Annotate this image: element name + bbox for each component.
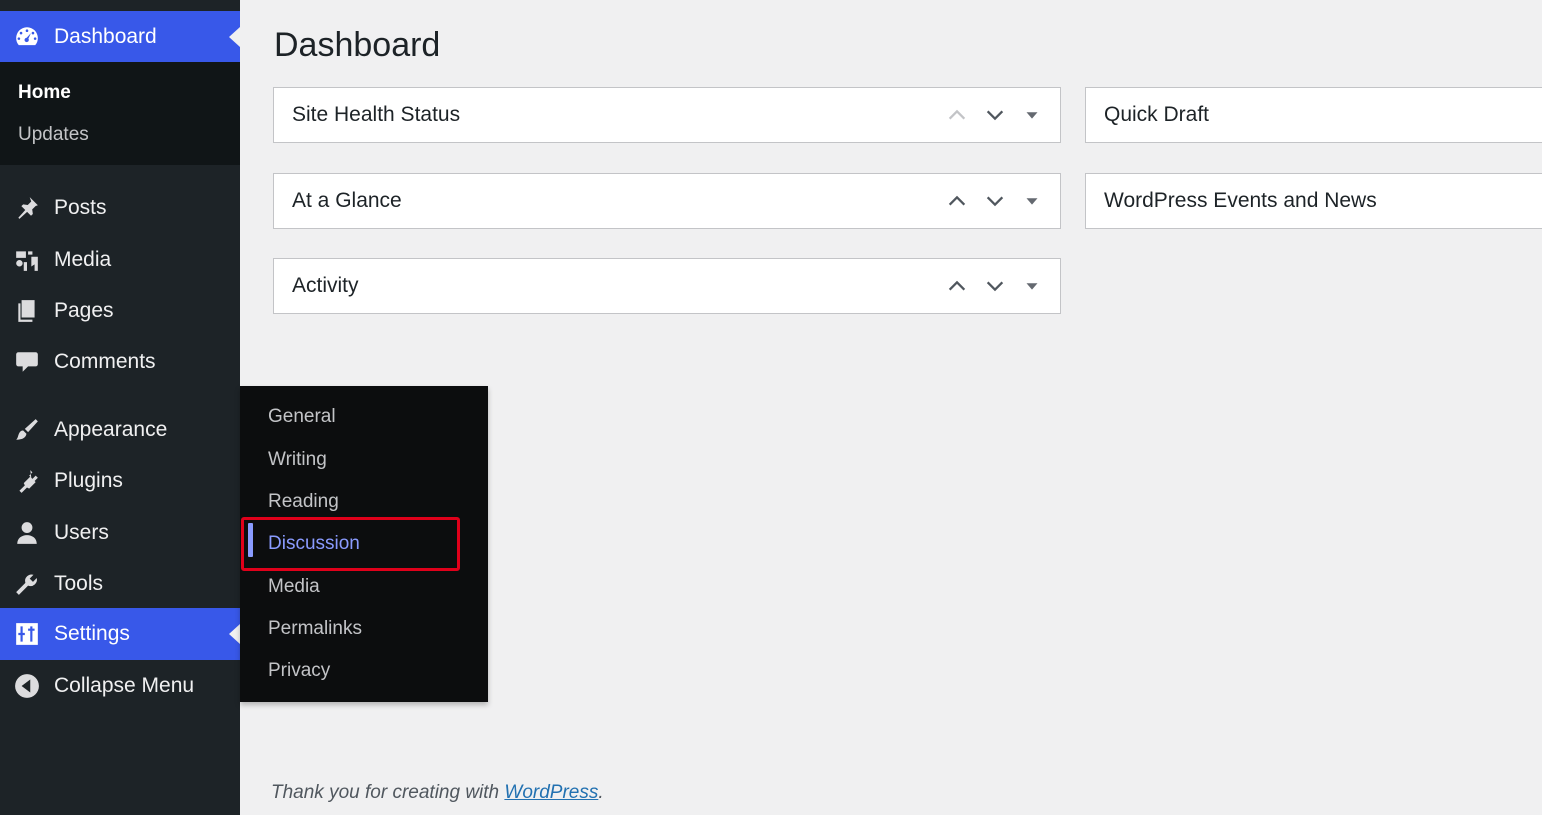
sidebar-item-label: Plugins bbox=[54, 469, 123, 492]
footer-text: Thank you for creating with bbox=[271, 782, 505, 803]
sidebar-item-label: Dashboard bbox=[54, 24, 157, 48]
footer-period: . bbox=[598, 782, 604, 803]
sidebar-item-comments[interactable]: Comments bbox=[0, 336, 240, 388]
wrench-icon bbox=[0, 571, 54, 597]
widget-title: At a Glance bbox=[292, 189, 402, 212]
submenu-item-updates[interactable]: Updates bbox=[18, 124, 89, 146]
comment-icon bbox=[0, 349, 54, 375]
toggle-panel-icon[interactable] bbox=[1014, 181, 1050, 221]
flyout-item-privacy[interactable]: Privacy bbox=[268, 660, 330, 682]
page-title: Dashboard bbox=[274, 26, 441, 64]
collapse-arrow-icon bbox=[0, 673, 54, 699]
widget-title: WordPress Events and News bbox=[1104, 189, 1377, 212]
flyout-item-general[interactable]: General bbox=[268, 406, 336, 428]
move-down-icon[interactable] bbox=[976, 266, 1014, 306]
sidebar-item-tools[interactable]: Tools bbox=[0, 558, 240, 610]
sidebar-item-plugins[interactable]: Plugins bbox=[0, 455, 240, 507]
sidebar-item-media[interactable]: Media bbox=[0, 234, 240, 286]
widget-title: Quick Draft bbox=[1104, 103, 1210, 126]
sidebar-item-label: Posts bbox=[54, 196, 107, 219]
widget-site-health: Site Health Status bbox=[273, 87, 1061, 143]
wordpress-link[interactable]: WordPress bbox=[504, 782, 598, 803]
sidebar-item-collapse[interactable]: Collapse Menu bbox=[0, 660, 240, 712]
sidebar-item-appearance[interactable]: Appearance bbox=[0, 404, 240, 456]
sidebar-item-dashboard[interactable]: Dashboard bbox=[0, 11, 240, 62]
move-down-icon[interactable] bbox=[976, 95, 1014, 135]
sidebar-item-users[interactable]: Users bbox=[0, 507, 240, 559]
toggle-panel-icon[interactable] bbox=[1014, 95, 1050, 135]
sliders-icon bbox=[0, 621, 54, 647]
widget-activity: Activity bbox=[273, 258, 1061, 314]
sidebar-item-label: Pages bbox=[54, 299, 114, 322]
flyout-item-writing[interactable]: Writing bbox=[268, 449, 327, 471]
move-up-icon[interactable] bbox=[938, 181, 976, 221]
user-icon bbox=[0, 520, 54, 546]
sidebar-item-posts[interactable]: Posts bbox=[0, 182, 240, 234]
sidebar-item-label: Tools bbox=[54, 572, 104, 595]
widget-controls bbox=[938, 174, 1050, 228]
flyout-item-permalinks[interactable]: Permalinks bbox=[268, 618, 362, 640]
flyout-item-reading[interactable]: Reading bbox=[268, 491, 339, 513]
sidebar-item-label: Media bbox=[54, 248, 112, 271]
widget-quick-draft: Quick Draft bbox=[1085, 87, 1542, 143]
sidebar-item-label: Users bbox=[54, 521, 109, 544]
dashboard-gauge-icon bbox=[0, 24, 54, 50]
pages-icon bbox=[0, 298, 54, 324]
highlight-box bbox=[241, 517, 460, 571]
widget-title: Site Health Status bbox=[292, 103, 461, 126]
admin-sidebar: Dashboard Home Updates Posts Media Pages bbox=[0, 0, 240, 815]
move-up-icon[interactable] bbox=[938, 266, 976, 306]
sidebar-item-label: Collapse Menu bbox=[54, 674, 195, 697]
move-down-icon[interactable] bbox=[976, 181, 1014, 221]
toggle-panel-icon[interactable] bbox=[1014, 266, 1050, 306]
sidebar-item-label: Comments bbox=[54, 350, 156, 373]
flyout-item-media[interactable]: Media bbox=[268, 576, 320, 598]
pushpin-icon bbox=[0, 195, 54, 221]
settings-flyout-menu: General Writing Reading Discussion Media… bbox=[240, 386, 488, 702]
sidebar-item-label: Settings bbox=[54, 622, 130, 645]
app-window: Dashboard Home Updates Posts Media Pages bbox=[0, 0, 1542, 815]
plug-icon bbox=[0, 468, 54, 494]
submenu-item-home[interactable]: Home bbox=[18, 82, 71, 104]
widget-controls bbox=[938, 88, 1050, 142]
dashboard-submenu: Home Updates bbox=[0, 62, 240, 165]
paintbrush-icon bbox=[0, 417, 54, 443]
sidebar-item-pages[interactable]: Pages bbox=[0, 285, 240, 337]
move-up-icon[interactable] bbox=[938, 95, 976, 135]
footer-credit: Thank you for creating with WordPress. bbox=[271, 782, 604, 804]
widget-at-a-glance: At a Glance bbox=[273, 173, 1061, 229]
sidebar-item-label: Appearance bbox=[54, 418, 168, 441]
widget-title: Activity bbox=[292, 274, 359, 297]
sidebar-item-settings[interactable]: Settings bbox=[0, 608, 240, 660]
widget-events-news: WordPress Events and News bbox=[1085, 173, 1542, 229]
media-icon bbox=[0, 247, 54, 273]
widget-controls bbox=[938, 259, 1050, 313]
